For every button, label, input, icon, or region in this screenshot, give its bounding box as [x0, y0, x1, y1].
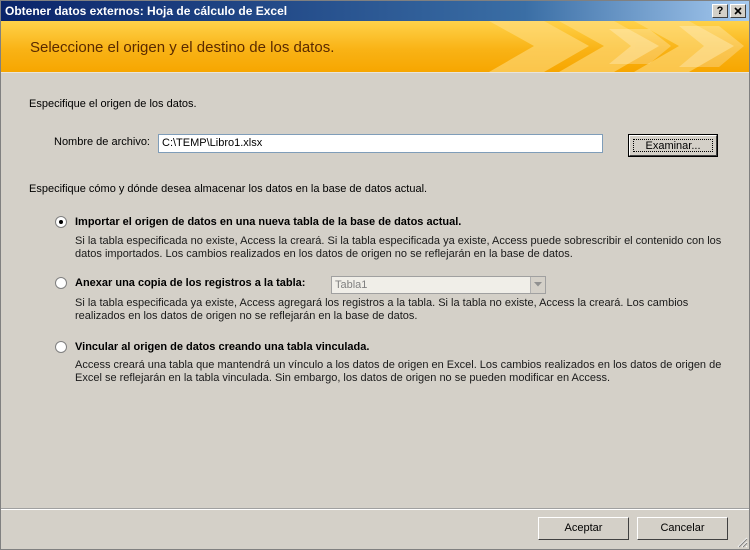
banner-title: Seleccione el origen y el destino de los… — [30, 39, 335, 56]
link-option-label[interactable]: Vincular al origen de datos creando una … — [75, 341, 369, 353]
append-table-value: Tabla1 — [335, 279, 368, 291]
arrows-decoration-icon — [489, 21, 744, 72]
title-bar[interactable]: Obtener datos externos: Hoja de cálculo … — [1, 1, 749, 21]
append-option-label[interactable]: Anexar una copia de los registros a la t… — [75, 277, 305, 289]
browse-button[interactable]: Examinar... — [628, 134, 718, 157]
resize-grip-icon[interactable] — [736, 536, 748, 548]
link-description-line-1: Access creará una tabla que mantendrá un… — [75, 359, 722, 371]
link-description-line-2: Excel se reflejarán en la tabla vinculad… — [75, 372, 611, 384]
file-name-input[interactable]: C:\TEMP\Libro1.xlsx — [158, 134, 603, 153]
append-table-select[interactable]: Tabla1 — [331, 276, 546, 294]
import-description-line-2: datos importados. Los cambios realizados… — [75, 248, 573, 260]
append-option-description: Si la tabla especificada ya existe, Acce… — [75, 297, 688, 323]
window-title: Obtener datos externos: Hoja de cálculo … — [5, 4, 288, 18]
append-description-line-2: realizados en los datos de origen no se … — [75, 310, 418, 322]
append-description-line-1: Si la tabla especificada ya existe, Acce… — [75, 297, 689, 309]
help-button[interactable]: ? — [712, 4, 728, 18]
accept-button-label: Aceptar — [564, 522, 603, 534]
dropdown-button[interactable] — [530, 277, 545, 293]
import-option-description: Si la tabla especificada no existe, Acce… — [75, 235, 721, 261]
append-radio[interactable] — [55, 277, 67, 289]
radio-selected-dot — [59, 220, 63, 224]
cancel-button-label: Cancelar — [660, 522, 705, 534]
source-instruction: Especifique el origen de los datos. — [29, 98, 197, 110]
close-button[interactable] — [730, 4, 746, 18]
footer-separator — [1, 508, 749, 510]
file-name-label: Nombre de archivo: — [54, 136, 150, 148]
browse-button-label: Examinar... — [645, 140, 701, 152]
import-option-label[interactable]: Importar el origen de datos en una nueva… — [75, 216, 461, 228]
cancel-button[interactable]: Cancelar — [637, 517, 728, 540]
dialog-window: Obtener datos externos: Hoja de cálculo … — [0, 0, 750, 550]
import-radio[interactable] — [55, 216, 67, 228]
link-option-description: Access creará una tabla que mantendrá un… — [75, 359, 721, 385]
close-icon — [734, 7, 742, 15]
accept-button[interactable]: Aceptar — [538, 517, 629, 540]
header-banner: Seleccione el origen y el destino de los… — [1, 21, 749, 73]
chevron-down-icon — [534, 282, 542, 287]
import-description-line-1: Si la tabla especificada no existe, Acce… — [75, 235, 722, 247]
link-radio[interactable] — [55, 341, 67, 353]
destination-instruction: Especifique cómo y dónde desea almacenar… — [29, 183, 428, 195]
